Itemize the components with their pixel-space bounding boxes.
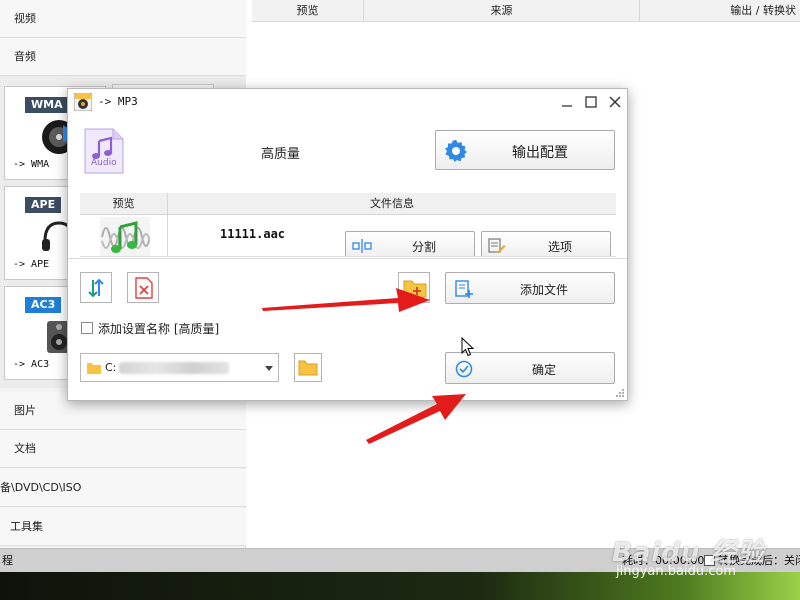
format-tag-ape: APE <box>25 197 62 213</box>
status-left-text: 程 <box>2 554 13 567</box>
dialog-title: -> MP3 <box>98 95 138 108</box>
add-folder-button[interactable] <box>398 272 430 303</box>
category-document[interactable]: 文档 <box>0 430 246 468</box>
folder-add-icon <box>403 280 427 298</box>
category-video-label: 视频 <box>14 12 36 25</box>
section-divider <box>68 258 627 259</box>
split-button[interactable]: 分割 <box>345 231 475 256</box>
folder-browse-icon <box>298 360 318 376</box>
baidu-watermark: Baidu 经验 jingyan.baidu.com <box>612 514 792 588</box>
task-list-header: 预览 来源 输出 / 转换状 <box>252 0 800 22</box>
column-preview[interactable]: 预览 <box>252 0 364 22</box>
add-file-label: 添加文件 <box>520 283 569 297</box>
output-path-select[interactable]: C: <box>80 353 279 382</box>
options-button[interactable]: 选项 <box>481 231 611 256</box>
options-label: 选项 <box>548 240 573 254</box>
quality-label: 高质量 <box>261 147 301 162</box>
category-tools-label: 工具集 <box>10 520 43 533</box>
file-table-header: 预览 文件信息 <box>80 193 616 215</box>
split-label: 分割 <box>412 240 437 254</box>
options-edit-icon <box>488 238 506 254</box>
format-tag-ac3: AC3 <box>25 297 62 313</box>
delete-file-icon <box>135 277 153 299</box>
dialog-titlebar[interactable]: -> MP3 <box>68 89 627 117</box>
blurred-path <box>119 362 229 374</box>
close-icon[interactable] <box>606 93 624 111</box>
app-logo-icon <box>74 93 92 111</box>
add-file-button[interactable]: 添加文件 <box>445 272 615 304</box>
table-row[interactable]: 11111.aac 分割 选项 <box>80 215 616 257</box>
audio-file-icon: Audio <box>83 127 125 175</box>
add-setting-name-label[interactable]: 添加设置名称 [高质量] <box>98 320 219 337</box>
output-config-button[interactable]: 输出配置 <box>435 130 615 170</box>
output-config-label: 输出配置 <box>512 145 568 161</box>
format-label-ac3: -> AC3 <box>13 359 50 370</box>
file-name: 11111.aac <box>220 227 286 241</box>
confirm-label: 确定 <box>532 363 557 377</box>
file-col-preview[interactable]: 预览 <box>80 193 168 215</box>
resize-grip-icon[interactable] <box>615 388 625 398</box>
sort-button[interactable] <box>80 272 112 303</box>
remove-file-button[interactable] <box>127 272 159 303</box>
category-document-label: 文档 <box>14 442 36 455</box>
sort-arrows-icon <box>88 278 104 298</box>
folder-icon <box>87 363 101 374</box>
file-col-info[interactable]: 文件信息 <box>168 193 616 215</box>
column-divider <box>167 215 168 256</box>
convert-settings-dialog: -> MP3 Audio 高质量 输出配置 预览 文件信息 11111.aac … <box>67 88 628 401</box>
category-disc[interactable]: 备\DVD\CD\ISO <box>0 469 246 507</box>
category-tools[interactable]: 工具集 <box>0 508 246 546</box>
format-label-wma: -> WMA <box>13 159 50 170</box>
gear-icon <box>445 140 467 162</box>
maximize-icon[interactable] <box>582 93 600 111</box>
category-disc-label: 备\DVD\CD\ISO <box>0 481 82 494</box>
category-video[interactable]: 视频 <box>0 0 246 38</box>
category-audio-label: 音频 <box>14 50 36 63</box>
split-icon <box>352 239 372 253</box>
music-note-thumbnail-icon <box>100 217 150 256</box>
column-output[interactable]: 输出 / 转换状 <box>640 0 800 22</box>
add-setting-name-checkbox[interactable] <box>81 322 93 334</box>
mouse-cursor-icon <box>461 337 474 357</box>
category-audio[interactable]: 音频 <box>0 38 246 76</box>
check-circle-icon <box>455 360 473 378</box>
audio-icon-text: Audio <box>91 158 117 168</box>
chevron-down-icon <box>265 366 273 371</box>
category-picture-label: 图片 <box>14 404 36 417</box>
watermark-url: jingyan.baidu.com <box>616 564 736 579</box>
minimize-icon[interactable] <box>558 93 576 111</box>
column-source[interactable]: 来源 <box>364 0 640 22</box>
format-tag-wma: WMA <box>25 97 69 113</box>
browse-folder-button[interactable] <box>294 353 322 382</box>
add-file-icon <box>455 280 473 298</box>
output-path-text: C: <box>105 361 117 374</box>
format-label-ape: -> APE <box>13 259 50 270</box>
